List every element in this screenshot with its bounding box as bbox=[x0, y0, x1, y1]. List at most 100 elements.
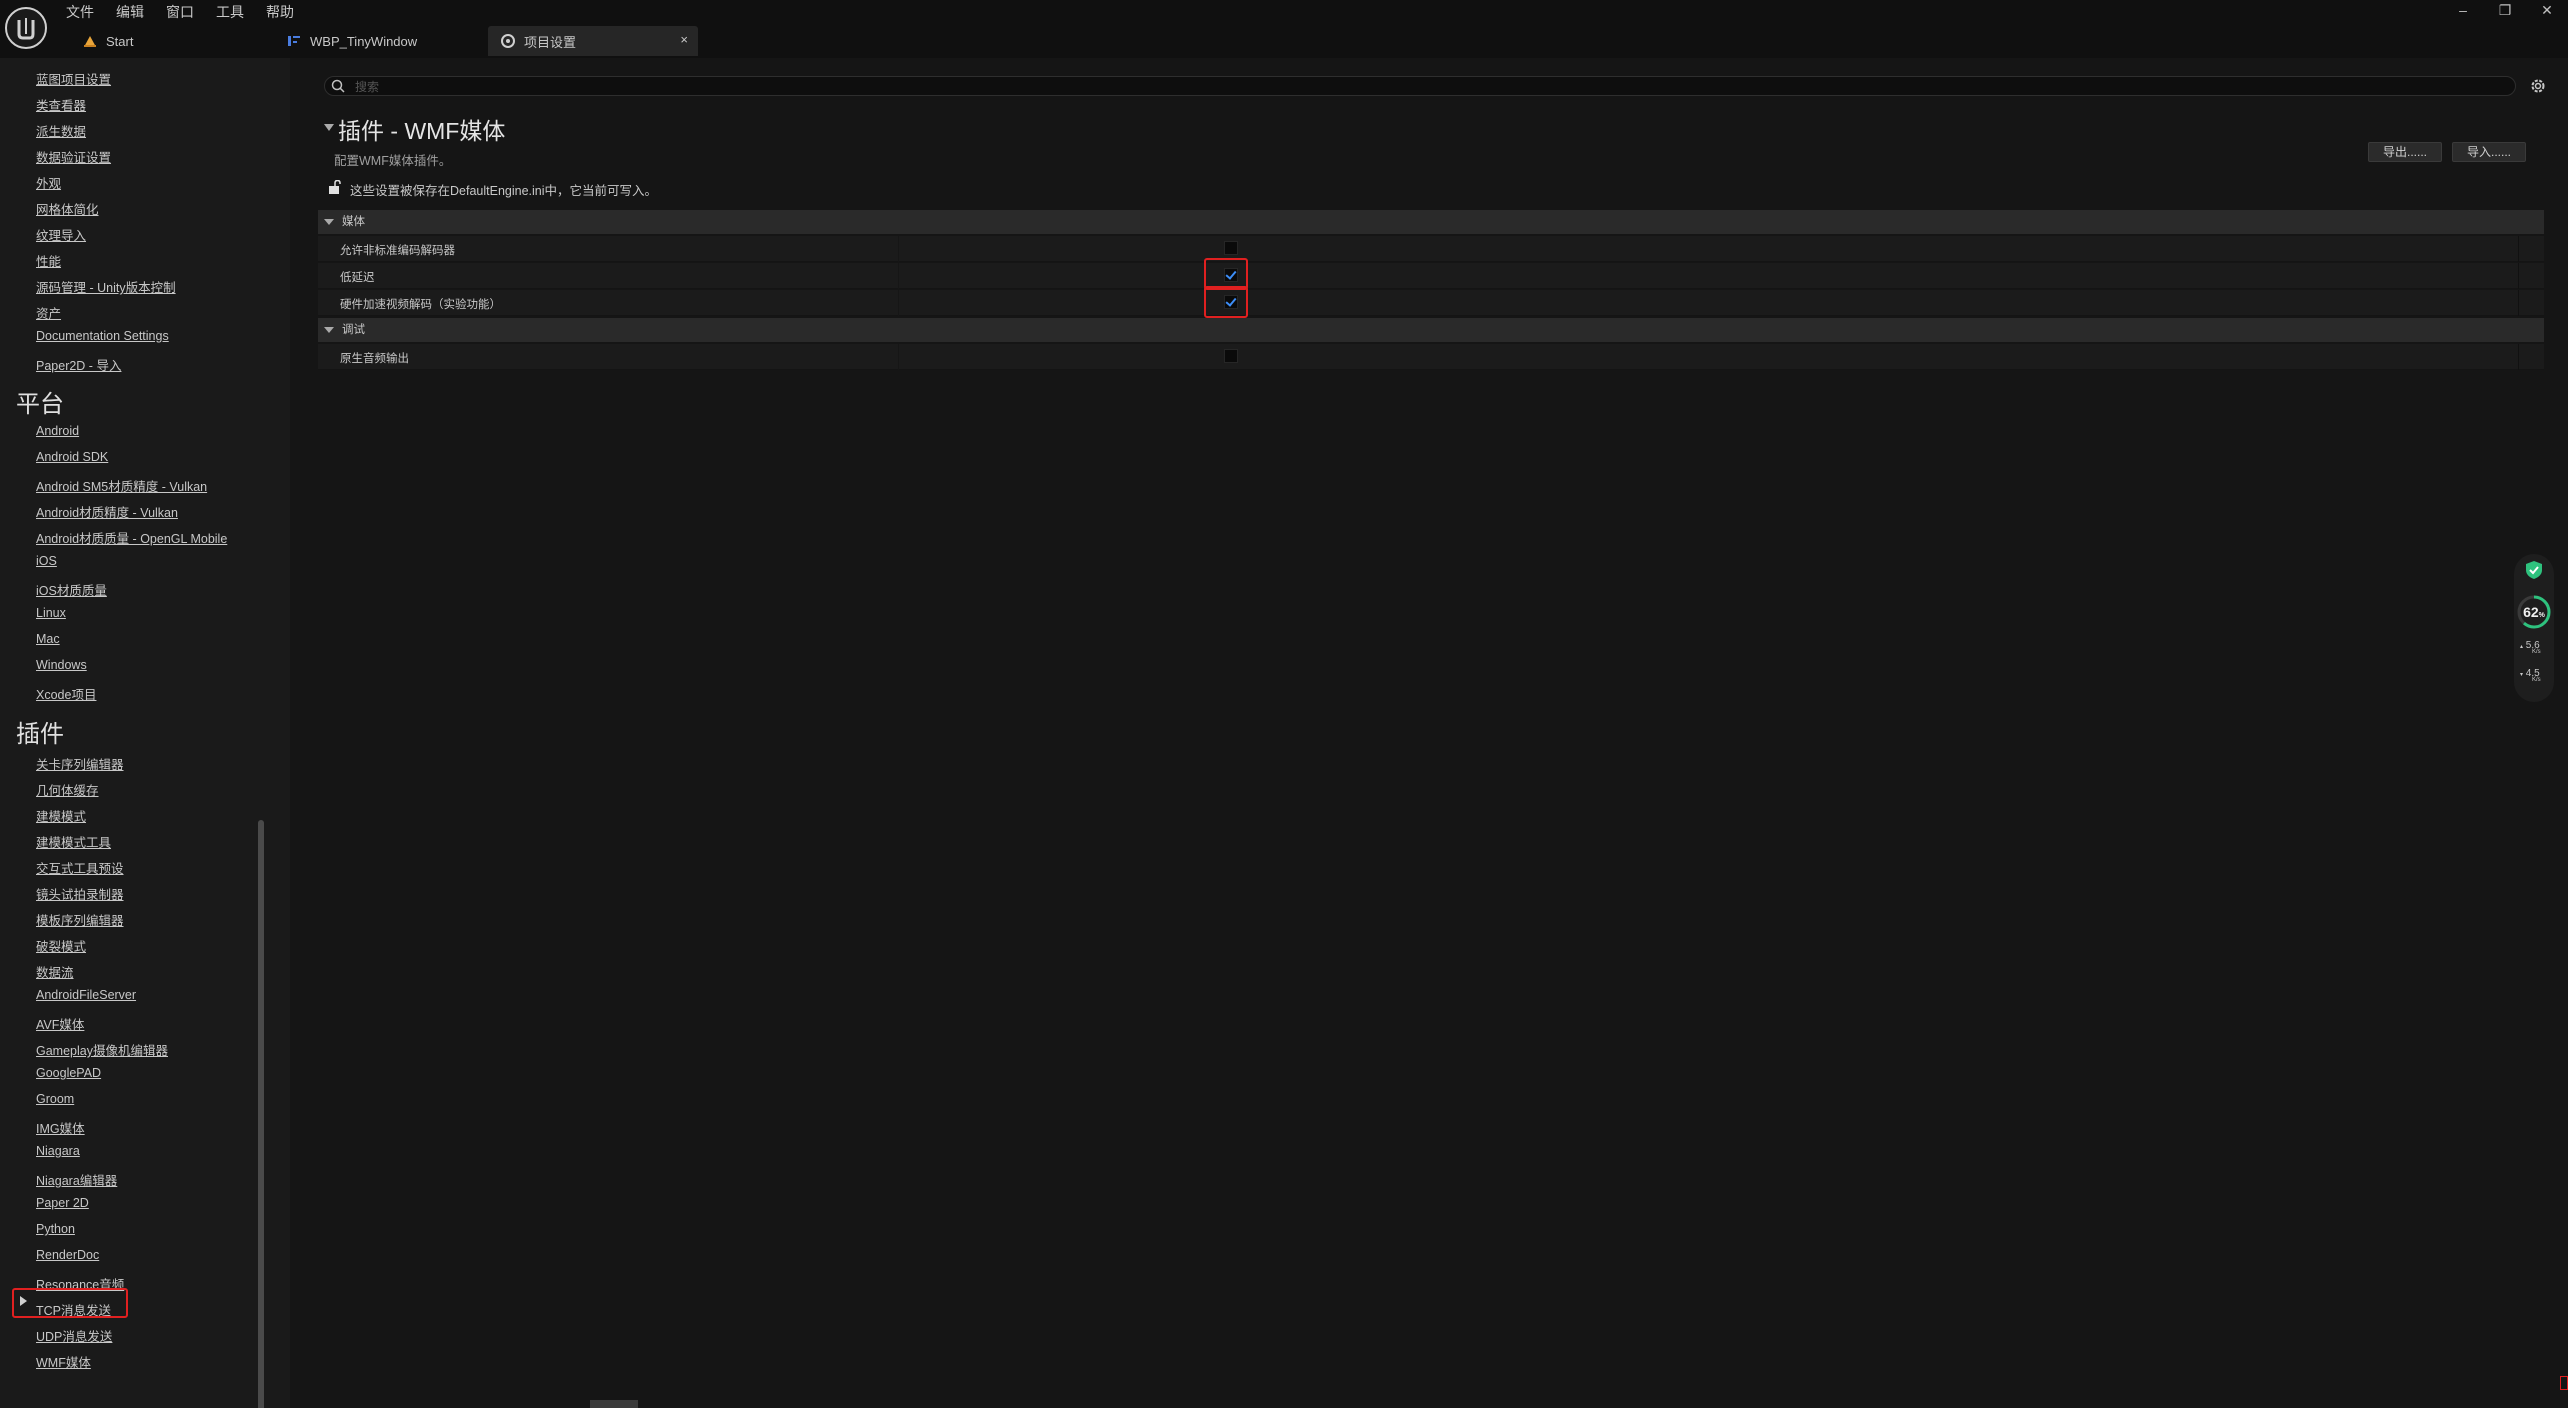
gear-icon[interactable] bbox=[2528, 76, 2548, 96]
sidebar-item-mesh-simplification[interactable]: 网格体简化 bbox=[36, 199, 99, 218]
sidebar-item-ios[interactable]: iOS bbox=[36, 554, 57, 568]
menu-tools[interactable]: 工具 bbox=[216, 2, 244, 22]
sidebar-item-plugin[interactable]: 模板序列编辑器 bbox=[36, 910, 124, 929]
collapse-arrow-icon[interactable] bbox=[324, 124, 334, 131]
system-monitor-widget[interactable]: 62% ▴ 5.6 K/s ▾ 4.5 K/s bbox=[2514, 554, 2554, 702]
sidebar-item-blueprint-project-settings[interactable]: 蓝图项目设置 bbox=[36, 69, 111, 88]
sidebar-item-source-control[interactable]: 源码管理 - Unity版本控制 bbox=[36, 277, 176, 296]
sidebar-item-texture-import[interactable]: 纹理导入 bbox=[36, 225, 86, 244]
close-window-button[interactable]: ✕ bbox=[2526, 0, 2568, 22]
sidebar-item-plugin[interactable]: Paper 2D bbox=[36, 1196, 89, 1210]
wmf-media-highlight-box bbox=[12, 1288, 128, 1318]
property-row-native-audio-out: 原生音频输出 bbox=[318, 344, 2544, 370]
sidebar-item-android-vulkan[interactable]: Android材质精度 - Vulkan bbox=[36, 502, 178, 521]
restore-button[interactable]: ❐ bbox=[2484, 0, 2526, 22]
download-unit: K/s bbox=[2532, 677, 2541, 683]
sidebar-item-plugin[interactable]: Niagara编辑器 bbox=[36, 1170, 117, 1189]
sidebar-item-assets[interactable]: 资产 bbox=[36, 303, 61, 322]
sidebar-item-documentation-settings[interactable]: Documentation Settings bbox=[36, 329, 169, 343]
tab-wbp-label: WBP_TinyWindow bbox=[310, 33, 418, 49]
sidebar-item-plugin[interactable]: IMG媒体 bbox=[36, 1118, 85, 1137]
config-file-note: 这些设置被保存在DefaultEngine.ini中，它当前可写入。 bbox=[350, 184, 658, 198]
settings-sidebar[interactable]: 蓝图项目设置 类查看器 派生数据 数据验证设置 外观 网格体简化 纹理导入 性能… bbox=[0, 58, 290, 1408]
menu-help[interactable]: 帮助 bbox=[266, 2, 294, 22]
sidebar-item-wmf-media[interactable]: WMF媒体 bbox=[36, 1352, 91, 1371]
sidebar-item-android-sdk[interactable]: Android SDK bbox=[36, 450, 108, 464]
minimize-button[interactable]: – bbox=[2442, 0, 2484, 22]
search-box[interactable] bbox=[324, 76, 2516, 97]
sidebar-item-plugin[interactable]: 关卡序列编辑器 bbox=[36, 754, 124, 773]
sidebar-item-plugin[interactable]: AndroidFileServer bbox=[36, 988, 136, 1002]
sidebar-item-plugin[interactable]: 交互式工具预设 bbox=[36, 858, 124, 877]
upload-arrow-icon: ▴ bbox=[2520, 644, 2524, 650]
sidebar-item-plugin[interactable]: 建模模式 bbox=[36, 806, 86, 825]
window-controls: – ❐ ✕ bbox=[2442, 0, 2568, 22]
sidebar-item-plugin[interactable]: Niagara bbox=[36, 1144, 80, 1158]
import-button[interactable]: 导入...... bbox=[2452, 142, 2526, 162]
native-audio-out-checkbox[interactable] bbox=[1224, 349, 1238, 363]
sidebar-item-performance[interactable]: 性能 bbox=[36, 251, 61, 270]
sidebar-item-plugin[interactable]: Python bbox=[36, 1222, 75, 1236]
cpu-usage-value: 62% bbox=[2516, 604, 2552, 620]
tab-start-label: Start bbox=[106, 33, 134, 49]
property-label: 低延迟 bbox=[340, 272, 375, 284]
selected-arrow-icon bbox=[20, 1296, 27, 1306]
hw-decoding-highlight-box bbox=[1204, 286, 1248, 318]
download-speed: ▾ 4.5 K/s bbox=[2520, 668, 2552, 683]
sidebar-item-plugin[interactable]: AVF媒体 bbox=[36, 1014, 84, 1033]
row-divider bbox=[2518, 263, 2519, 289]
category-media[interactable]: 媒体 bbox=[318, 210, 2544, 234]
unreal-logo-icon[interactable] bbox=[4, 6, 48, 50]
sidebar-item-class-viewer[interactable]: 类查看器 bbox=[36, 95, 86, 114]
cpu-unit: % bbox=[2538, 612, 2545, 619]
column-splitter[interactable] bbox=[898, 344, 899, 370]
sidebar-item-plugin[interactable]: Gameplay摄像机编辑器 bbox=[36, 1040, 168, 1059]
sidebar-item-data-validation[interactable]: 数据验证设置 bbox=[36, 147, 111, 166]
sidebar-item-ios-material[interactable]: iOS材质质量 bbox=[36, 580, 107, 599]
sidebar-item-plugin[interactable]: 镜头试拍录制器 bbox=[36, 884, 124, 903]
sidebar-item-android-sm5-vulkan[interactable]: Android SM5材质精度 - Vulkan bbox=[36, 476, 207, 495]
column-splitter[interactable] bbox=[898, 290, 899, 316]
sidebar-item-windows[interactable]: Windows bbox=[36, 658, 87, 672]
property-row-allow-nonstandard-codecs: 允许非标准编码解码器 bbox=[318, 236, 2544, 262]
sidebar-item-paper2d-import[interactable]: Paper2D - 导入 bbox=[36, 355, 121, 374]
sidebar-item-plugin[interactable]: 几何体缓存 bbox=[36, 780, 99, 799]
sidebar-item-plugin[interactable]: 破裂模式 bbox=[36, 936, 86, 955]
notification-corner-icon[interactable] bbox=[2560, 1376, 2568, 1390]
sidebar-item-plugin[interactable]: GooglePAD bbox=[36, 1066, 101, 1080]
sidebar-item-plugin[interactable]: 建模模式工具 bbox=[36, 832, 111, 851]
export-button[interactable]: 导出...... bbox=[2368, 142, 2442, 162]
menu-bar: 文件 编辑 窗口 工具 帮助 bbox=[66, 2, 316, 22]
upload-unit: K/s bbox=[2532, 649, 2541, 655]
sidebar-item-mac[interactable]: Mac bbox=[36, 632, 60, 646]
category-debug[interactable]: 调试 bbox=[318, 318, 2544, 342]
sidebar-item-linux[interactable]: Linux bbox=[36, 606, 66, 620]
cpu-percent: 62 bbox=[2523, 604, 2539, 620]
sidebar-item-plugin[interactable]: UDP消息发送 bbox=[36, 1326, 112, 1345]
column-splitter[interactable] bbox=[898, 236, 899, 262]
sidebar-scrollbar-thumb[interactable] bbox=[258, 820, 264, 1408]
tab-start[interactable]: Start bbox=[70, 26, 240, 56]
menu-window[interactable]: 窗口 bbox=[166, 2, 194, 22]
page-description: 配置WMF媒体插件。 bbox=[334, 154, 452, 168]
sidebar-item-plugin[interactable]: 数据流 bbox=[36, 962, 74, 981]
property-row-low-latency: 低延迟 bbox=[318, 263, 2544, 289]
search-input[interactable] bbox=[353, 77, 2507, 97]
sidebar-item-derived-data[interactable]: 派生数据 bbox=[36, 121, 86, 140]
sidebar-item-appearance[interactable]: 外观 bbox=[36, 173, 61, 192]
column-splitter[interactable] bbox=[898, 263, 899, 289]
menu-edit[interactable]: 编辑 bbox=[116, 2, 144, 22]
unlock-icon bbox=[329, 180, 341, 194]
sidebar-item-plugin[interactable]: RenderDoc bbox=[36, 1248, 99, 1262]
sidebar-item-xcode[interactable]: Xcode项目 bbox=[36, 684, 96, 703]
category-expand-icon bbox=[324, 327, 334, 333]
menu-file[interactable]: 文件 bbox=[66, 2, 94, 22]
tab-project-settings[interactable]: 项目设置 × bbox=[488, 26, 698, 56]
allow-nonstandard-codecs-checkbox[interactable] bbox=[1224, 241, 1238, 255]
shield-check-icon bbox=[2526, 561, 2542, 579]
sidebar-item-android[interactable]: Android bbox=[36, 424, 79, 438]
tab-close-icon[interactable]: × bbox=[680, 32, 688, 47]
bottom-scroll-handle[interactable] bbox=[590, 1400, 638, 1408]
sidebar-item-android-opengl[interactable]: Android材质质量 - OpenGL Mobile bbox=[36, 528, 227, 547]
sidebar-item-plugin[interactable]: Groom bbox=[36, 1092, 74, 1106]
